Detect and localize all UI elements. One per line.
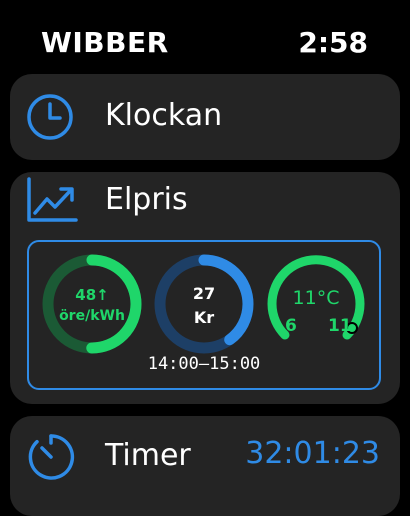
elpris-card[interactable]: Elpris 48↑ öre/kWh 27 Kr 11°C 6 11 14:00… <box>10 172 400 404</box>
price-unit: öre/kWh <box>59 308 125 324</box>
timer-card-title: Timer <box>105 438 191 473</box>
status-bar: WIBBER 2:58 <box>0 26 410 66</box>
clock-icon <box>26 93 74 145</box>
cost-unit: Kr <box>193 308 215 327</box>
price-gauge: 48↑ öre/kWh <box>42 254 142 354</box>
app-name: WIBBER <box>41 26 169 59</box>
temperature-low: 6 <box>285 316 297 336</box>
timer-icon <box>26 432 76 486</box>
temperature-gauge: 11°C 6 11 <box>266 254 366 354</box>
timer-card[interactable]: Timer 32:01:23 <box>10 416 400 516</box>
temperature-high: 11 <box>328 316 352 336</box>
clock-card[interactable]: Klockan <box>10 74 400 160</box>
trend-up-icon <box>26 177 78 227</box>
price-hours: 14:00–15:00 <box>147 354 261 374</box>
clock-card-title: Klockan <box>105 98 223 133</box>
elpris-gauge-panel[interactable]: 48↑ öre/kWh 27 Kr 11°C 6 11 14:00–15:00 <box>27 240 381 390</box>
price-value: 48↑ <box>75 286 109 304</box>
temperature-value: 11°C <box>292 287 340 309</box>
status-time: 2:58 <box>298 26 368 59</box>
cost-value: 27 <box>192 284 216 303</box>
elpris-card-title: Elpris <box>105 182 188 217</box>
cost-gauge: 27 Kr <box>154 254 254 354</box>
timer-value: 32:01:23 <box>245 436 380 471</box>
